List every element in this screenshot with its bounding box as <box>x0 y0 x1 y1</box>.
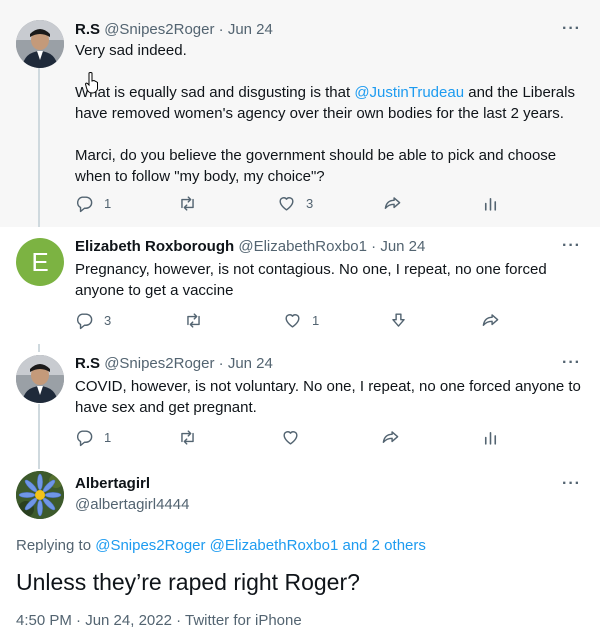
reply-count: 3 <box>104 313 112 328</box>
more-options-icon[interactable]: ··· <box>562 475 581 493</box>
separator-dot: · <box>218 355 224 372</box>
retweet-button[interactable] <box>178 194 207 213</box>
analytics-button[interactable] <box>481 194 500 213</box>
retweet-icon <box>181 196 194 211</box>
more-options-icon[interactable]: ··· <box>562 20 581 38</box>
like-count: 3 <box>306 196 314 211</box>
share-icon <box>382 431 399 443</box>
retweet-button[interactable] <box>184 311 213 330</box>
tweet-header: Elizabeth Roxborough @ElizabethRoxbo1 · … <box>75 238 425 255</box>
tweet-line: What is equally sad and disgusting is th… <box>75 82 585 124</box>
downvote-arrow-icon <box>392 313 405 327</box>
share-button[interactable] <box>481 311 500 330</box>
analytics-icon <box>484 197 497 211</box>
tweet-line: Marci, do you believe the government sho… <box>75 147 557 185</box>
author-handle[interactable]: @Snipes2Roger <box>104 355 214 372</box>
tweet-text-part: What is equally sad and disgusting is th… <box>75 84 351 101</box>
focused-tweet-text: Unless they’re raped right Roger? <box>16 569 360 595</box>
action-bar: 3 1 <box>0 311 600 333</box>
downvote-button[interactable] <box>389 311 408 330</box>
like-button[interactable]: 1 <box>283 311 319 330</box>
like-button[interactable] <box>281 428 310 447</box>
tweet-text: COVID, however, is not voluntary. No one… <box>75 378 581 416</box>
thread-line <box>38 344 40 352</box>
tweet-3[interactable]: R.S @Snipes2Roger · Jun 24 ··· COVID, ho… <box>0 344 600 461</box>
author-name[interactable]: R.S <box>75 21 100 38</box>
author-name[interactable]: R.S <box>75 355 100 372</box>
avatar[interactable] <box>16 471 64 519</box>
avatar[interactable] <box>16 20 64 68</box>
author-name[interactable]: Elizabeth Roxborough <box>75 238 234 255</box>
tweet-header: R.S @Snipes2Roger · Jun 24 <box>75 21 273 38</box>
focused-tweet: Albertagirl @albertagirl4444 ··· Replyin… <box>0 461 600 637</box>
separator-dot: · <box>371 238 377 255</box>
action-bar: 1 3 <box>0 194 600 216</box>
reply-count: 1 <box>104 430 112 445</box>
heart-icon <box>285 314 300 328</box>
reply-button[interactable]: 3 <box>75 311 111 330</box>
tweet-timestamp[interactable]: 4:50 PM · Jun 24, 2022 · Twitter for iPh… <box>16 612 302 629</box>
author-name[interactable]: Albertagirl <box>75 475 150 492</box>
author-handle[interactable]: @albertagirl4444 <box>75 496 189 513</box>
retweet-button[interactable] <box>178 428 207 447</box>
heart-icon <box>283 431 298 445</box>
separator-dot: · <box>218 21 224 38</box>
action-bar: 1 <box>0 428 600 450</box>
tweet-header: R.S @Snipes2Roger · Jun 24 <box>75 355 273 372</box>
tweet-date[interactable]: Jun 24 <box>228 355 273 372</box>
tweet-1[interactable]: R.S @Snipes2Roger · Jun 24 ··· Very sad … <box>0 0 600 227</box>
author-handle[interactable]: @ElizabethRoxbo1 <box>238 238 367 255</box>
heart-icon <box>279 197 294 211</box>
more-options-icon[interactable]: ··· <box>562 237 581 255</box>
share-icon <box>384 197 401 209</box>
hand-cursor-icon <box>85 72 98 94</box>
share-button[interactable] <box>383 194 402 213</box>
replying-to: Replying to @Snipes2Roger @ElizabethRoxb… <box>16 537 426 554</box>
analytics-button[interactable] <box>481 428 500 447</box>
more-options-icon[interactable]: ··· <box>562 354 581 372</box>
analytics-icon <box>484 431 497 445</box>
tweet-line: Very sad indeed. <box>75 42 187 59</box>
reply-button[interactable]: 1 <box>75 194 111 213</box>
flower-avatar-image <box>16 471 64 519</box>
like-button[interactable]: 3 <box>277 194 313 213</box>
like-count: 1 <box>312 313 320 328</box>
tweet-text: Very sad indeed. What is equally sad and… <box>75 40 585 187</box>
reply-button[interactable]: 1 <box>75 428 111 447</box>
reply-icon <box>76 196 93 213</box>
reply-count: 1 <box>104 196 112 211</box>
tweet-date[interactable]: Jun 24 <box>228 21 273 38</box>
tweet-date[interactable]: Jun 24 <box>380 238 425 255</box>
avatar[interactable]: E <box>16 238 64 286</box>
mention-link[interactable]: @JustinTrudeau <box>354 84 464 101</box>
author-handle[interactable]: @Snipes2Roger <box>104 21 214 38</box>
reply-icon <box>76 313 93 330</box>
replying-to-label: Replying to <box>16 537 92 554</box>
avatar-letter: E <box>31 246 49 277</box>
retweet-icon <box>181 430 194 445</box>
retweet-icon <box>187 313 200 328</box>
share-icon <box>482 314 499 326</box>
thread-line <box>38 461 40 469</box>
replying-to-mentions[interactable]: @Snipes2Roger @ElizabethRoxbo1 and 2 oth… <box>95 537 426 554</box>
tweet-2[interactable]: E Elizabeth Roxborough @ElizabethRoxbo1 … <box>0 227 600 344</box>
avatar[interactable] <box>16 355 64 403</box>
reply-icon <box>76 430 93 447</box>
share-button[interactable] <box>381 428 400 447</box>
tweet-text: Pregnancy, however, is not contagious. N… <box>75 261 547 299</box>
